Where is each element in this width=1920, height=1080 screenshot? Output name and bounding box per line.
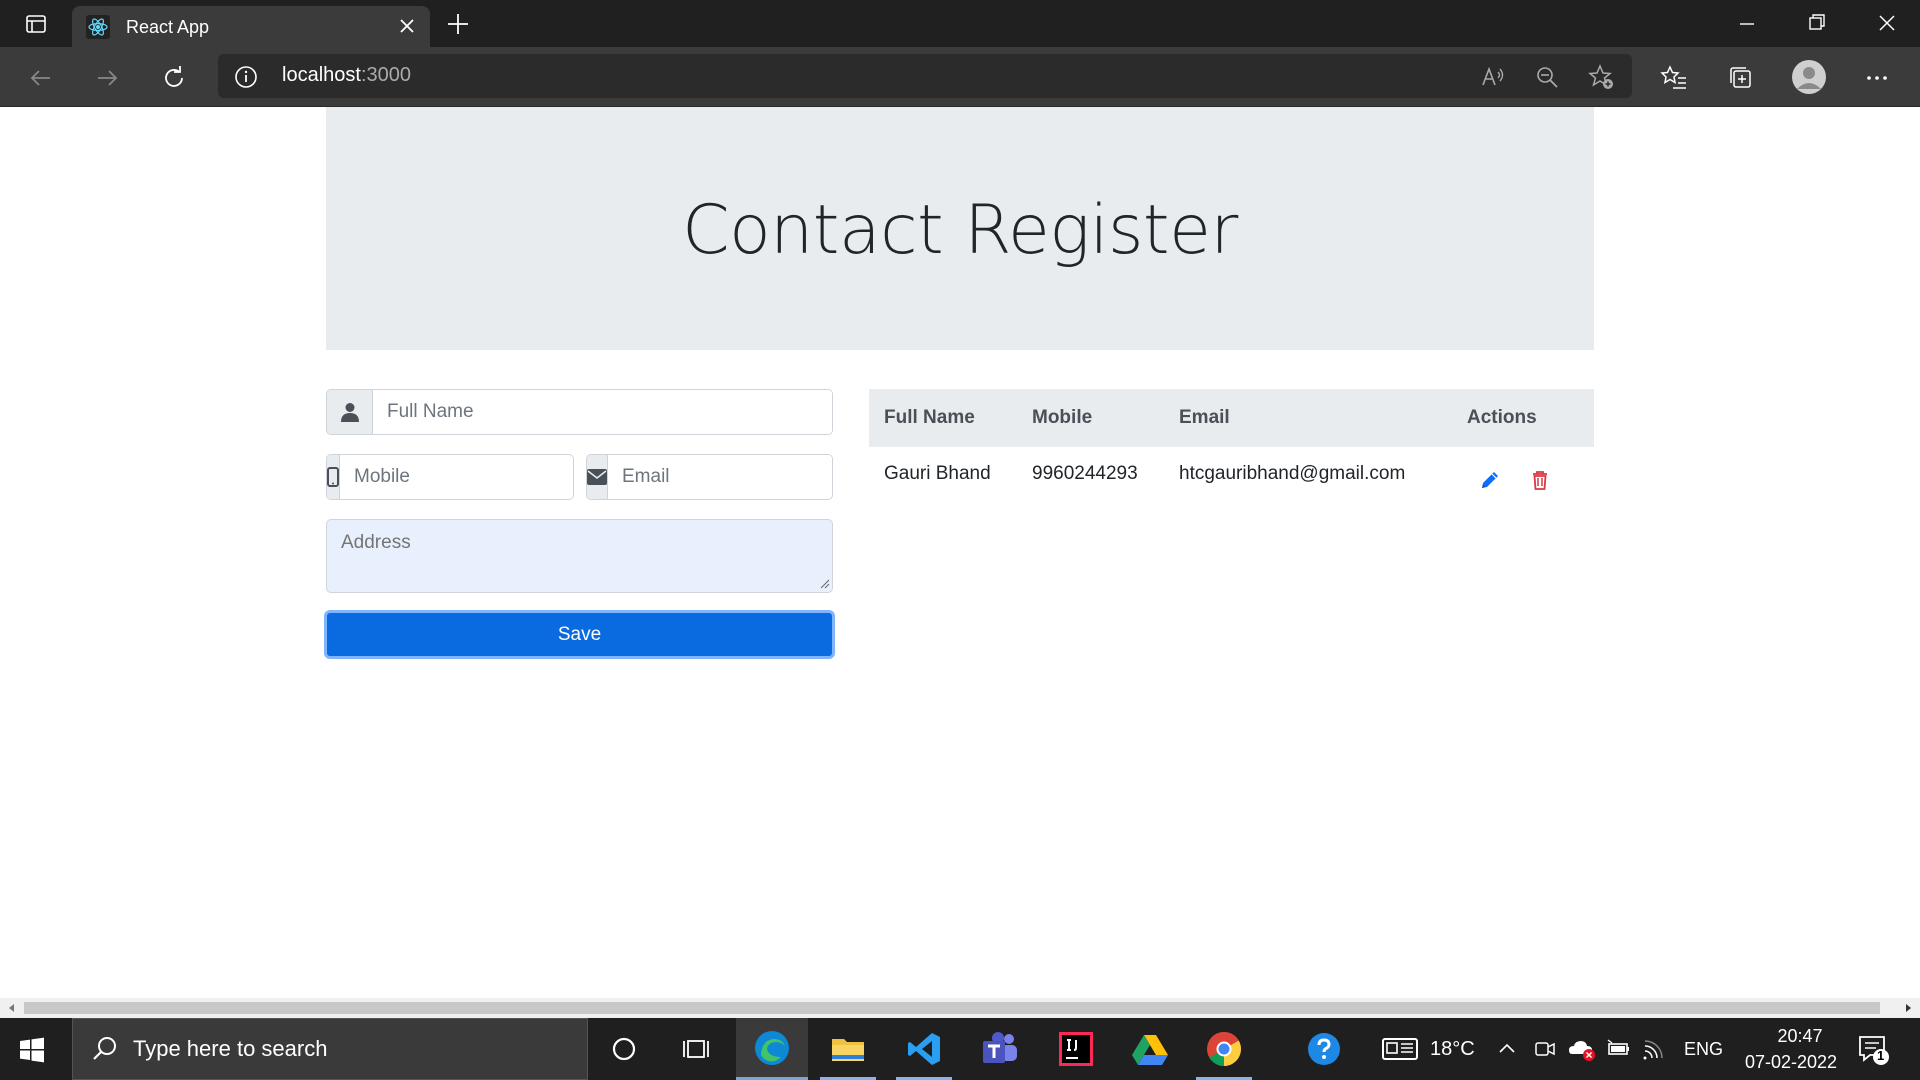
- windows-taskbar: Type here to search 18°C ENG 20:47 07-02…: [0, 1018, 1920, 1080]
- close-tab-icon[interactable]: [396, 15, 418, 37]
- email-input[interactable]: [608, 455, 832, 499]
- browser-tab[interactable]: React App: [72, 6, 430, 47]
- zoom-out-icon[interactable]: [1534, 64, 1560, 90]
- battery-icon[interactable]: [1606, 1036, 1632, 1062]
- mobile-input[interactable]: [340, 455, 573, 499]
- chevron-up-icon[interactable]: [1496, 1036, 1518, 1062]
- table-header: Full Name Mobile Email Actions: [869, 389, 1594, 447]
- onedrive-error-icon[interactable]: [1568, 1036, 1596, 1062]
- mobile-icon: [327, 455, 340, 499]
- tab-actions-icon[interactable]: [14, 10, 58, 38]
- file-explorer-icon[interactable]: [812, 1018, 884, 1080]
- help-icon[interactable]: [1288, 1018, 1360, 1080]
- url-port: :3000: [360, 64, 411, 86]
- language-indicator[interactable]: ENG: [1684, 1039, 1723, 1060]
- jumbotron: Contact Register: [326, 107, 1594, 350]
- search-placeholder: Type here to search: [133, 1036, 328, 1061]
- address-bar[interactable]: localhost:3000: [218, 54, 1632, 98]
- windows-start-icon[interactable]: [18, 1036, 46, 1064]
- fullname-input[interactable]: [373, 390, 832, 434]
- browser-tab-bar: React App: [0, 0, 1920, 47]
- cortana-icon[interactable]: [588, 1018, 660, 1080]
- scroll-left-icon[interactable]: [6, 1002, 18, 1014]
- tab-title: React App: [126, 17, 210, 37]
- intellij-icon[interactable]: [1040, 1018, 1112, 1080]
- favorites-icon[interactable]: [1659, 63, 1689, 93]
- user-icon: [327, 390, 373, 434]
- news-weather-icon[interactable]: [1382, 1036, 1418, 1062]
- save-button[interactable]: Save: [324, 610, 835, 659]
- notification-center-icon[interactable]: 1: [1856, 1032, 1890, 1066]
- delete-trash-icon[interactable]: [1529, 469, 1551, 491]
- header-actions: Actions: [1467, 407, 1537, 428]
- url-text: localhost:3000: [282, 64, 411, 87]
- address-textarea[interactable]: [326, 519, 833, 593]
- header-fullname: Full Name: [884, 407, 975, 428]
- restore-icon[interactable]: [1802, 8, 1832, 38]
- react-icon: [86, 15, 110, 39]
- more-menu-icon[interactable]: [1862, 63, 1892, 93]
- new-tab-icon[interactable]: [444, 10, 472, 38]
- minimize-icon[interactable]: [1732, 8, 1762, 38]
- google-drive-icon[interactable]: [1114, 1018, 1186, 1080]
- header-mobile: Mobile: [1032, 407, 1093, 428]
- url-host: localhost: [282, 64, 361, 86]
- add-favorite-icon[interactable]: [1588, 64, 1614, 90]
- cell-fullname: Gauri Bhand: [884, 463, 991, 484]
- cell-mobile: 9960244293: [1032, 463, 1138, 484]
- resize-grip-icon[interactable]: [818, 577, 830, 589]
- scroll-right-icon[interactable]: [1902, 1002, 1914, 1014]
- cell-email: htcgauribhand@gmail.com: [1179, 463, 1406, 484]
- meet-now-icon[interactable]: [1534, 1036, 1556, 1062]
- notification-count: 1: [1877, 1048, 1885, 1063]
- teams-icon[interactable]: [964, 1018, 1036, 1080]
- temperature[interactable]: 18°C: [1430, 1038, 1475, 1061]
- edge-icon[interactable]: [736, 1018, 808, 1080]
- forward-icon[interactable]: [92, 63, 122, 93]
- email-input-group: [586, 454, 833, 500]
- header-email: Email: [1179, 407, 1230, 428]
- close-window-icon[interactable]: [1872, 8, 1902, 38]
- profile-avatar-icon[interactable]: [1791, 59, 1827, 95]
- envelope-icon: [587, 455, 608, 499]
- collections-icon[interactable]: [1726, 63, 1756, 93]
- chrome-icon[interactable]: [1188, 1018, 1260, 1080]
- horizontal-scrollbar[interactable]: [0, 998, 1920, 1018]
- read-aloud-icon[interactable]: [1480, 64, 1506, 90]
- clock-time[interactable]: 20:47: [1760, 1026, 1840, 1047]
- page-content: Contact Register Save Full Name Mobile E…: [0, 107, 1920, 998]
- site-info-icon[interactable]: [234, 65, 258, 89]
- vscode-icon[interactable]: [888, 1018, 960, 1080]
- edit-pencil-icon[interactable]: [1479, 469, 1501, 491]
- clock-date[interactable]: 07-02-2022: [1736, 1052, 1846, 1073]
- browser-toolbar: localhost:3000: [0, 47, 1920, 107]
- wifi-icon[interactable]: [1642, 1036, 1668, 1062]
- mobile-input-group: [326, 454, 574, 500]
- task-view-icon[interactable]: [660, 1018, 732, 1080]
- taskbar-search[interactable]: Type here to search: [72, 1018, 588, 1080]
- page-title: Contact Register: [682, 191, 1238, 270]
- scrollbar-thumb[interactable]: [24, 1002, 1880, 1014]
- refresh-icon[interactable]: [159, 63, 189, 93]
- fullname-input-group: [326, 389, 833, 435]
- back-icon[interactable]: [26, 63, 56, 93]
- search-icon: [93, 1037, 116, 1060]
